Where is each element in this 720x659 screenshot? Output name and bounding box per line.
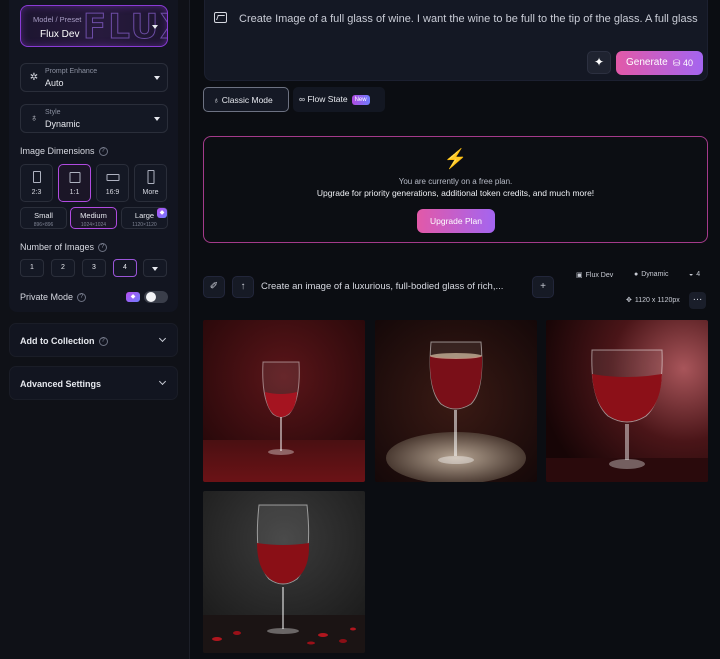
ellipsis-icon: … bbox=[692, 292, 703, 303]
style-value: Dynamic bbox=[45, 119, 81, 129]
number-of-images-heading: Number of Images? bbox=[20, 242, 108, 253]
help-icon[interactable]: ? bbox=[98, 243, 108, 253]
ratio-label: More bbox=[142, 189, 159, 196]
tab-classic-mode[interactable]: ♁ Classic Mode bbox=[203, 87, 289, 112]
generation-style: ● Dynamic bbox=[634, 271, 669, 278]
num-images-2-button[interactable]: 2 bbox=[51, 259, 75, 277]
private-mode-toggle[interactable] bbox=[144, 291, 168, 303]
add-to-collection-accordion[interactable]: Add to Collection? bbox=[9, 323, 178, 357]
token-cost: ⛁ 40 bbox=[672, 58, 693, 68]
num-images-4-button[interactable]: 4 bbox=[113, 259, 137, 277]
prompt-enhance-value: Auto bbox=[45, 78, 64, 88]
ratio-2-3-button[interactable]: 2:3 bbox=[20, 164, 53, 202]
size-label: Medium bbox=[80, 211, 107, 220]
chevron-down-icon bbox=[152, 267, 158, 271]
token-icon: ⛁ bbox=[672, 58, 681, 68]
ratio-label: 1:1 bbox=[69, 189, 80, 196]
upgrade-banner: ⚡ You are currently on a free plan. Upgr… bbox=[203, 136, 708, 243]
wine-glass-image bbox=[203, 320, 365, 482]
generated-image-3[interactable] bbox=[546, 320, 708, 482]
generate-button[interactable]: Generate ⛁ 40 bbox=[616, 51, 703, 75]
ratio-label: 2:3 bbox=[31, 189, 42, 196]
new-badge: New bbox=[351, 94, 370, 105]
premium-gem-icon: ◆ bbox=[126, 292, 140, 302]
upgrade-plan-button[interactable]: Upgrade Plan bbox=[417, 209, 495, 233]
drop-icon: ● bbox=[634, 271, 639, 278]
generated-image-4[interactable] bbox=[203, 491, 365, 653]
palette-icon: ♁ bbox=[213, 95, 220, 105]
reuse-prompt-button[interactable]: ↑ bbox=[232, 276, 254, 298]
tab-flow-state[interactable]: ∞ Flow State New bbox=[293, 87, 385, 112]
model-thumb-icon: ▣ bbox=[576, 272, 583, 279]
infinity-icon: ∞ bbox=[299, 94, 306, 104]
toggle-knob bbox=[146, 292, 156, 302]
size-px: 896×896 bbox=[33, 222, 54, 228]
free-plan-text: You are currently on a free plan. bbox=[398, 177, 513, 186]
landscape-ratio-icon bbox=[106, 174, 119, 181]
upgrade-benefits-text: Upgrade for priority generations, additi… bbox=[316, 188, 595, 198]
size-label: Small bbox=[34, 211, 53, 220]
chevron-down-icon bbox=[154, 117, 160, 121]
enhance-prompt-button[interactable]: ✦ bbox=[587, 51, 611, 74]
generated-image-1[interactable] bbox=[203, 320, 365, 482]
wine-glass-image bbox=[375, 320, 537, 482]
chevron-down-icon bbox=[158, 334, 167, 343]
size-px: 1024×1024 bbox=[80, 222, 107, 228]
chevron-down-icon bbox=[152, 25, 158, 29]
image-dimensions-heading: Image Dimensions? bbox=[20, 146, 108, 157]
sparkle-icon: ✲ bbox=[29, 72, 39, 83]
arrow-up-icon: ↑ bbox=[240, 281, 246, 292]
private-mode-heading: Private Mode? bbox=[20, 292, 87, 303]
style-select[interactable]: ♁ Style Dynamic bbox=[20, 104, 168, 133]
ratio-16-9-button[interactable]: 16:9 bbox=[96, 164, 129, 202]
chevron-down-icon bbox=[154, 76, 160, 80]
image-icon bbox=[214, 12, 227, 23]
generate-label: Generate bbox=[626, 57, 668, 68]
move-icon: ✥ bbox=[626, 297, 632, 304]
generation-model: ▣ Flux Dev bbox=[576, 272, 614, 279]
chevron-down-icon bbox=[158, 377, 167, 386]
ratio-more-button[interactable]: More bbox=[134, 164, 167, 202]
model-preset-select[interactable]: FLUX Model / Preset Flux Dev bbox=[20, 5, 168, 47]
generation-count: ◒ 4 bbox=[689, 271, 701, 278]
lightning-icon: ⚡ bbox=[443, 149, 468, 170]
num-images-more-button[interactable] bbox=[143, 259, 167, 277]
premium-gem-icon: ◆ bbox=[157, 208, 167, 218]
advanced-settings-accordion[interactable]: Advanced Settings bbox=[9, 366, 178, 400]
advanced-settings-label: Advanced Settings bbox=[20, 379, 102, 389]
help-icon[interactable]: ? bbox=[77, 293, 87, 303]
style-label: Style bbox=[45, 109, 61, 116]
size-px: 1120×1120 bbox=[132, 222, 157, 228]
magic-wand-button[interactable]: ✐ bbox=[203, 276, 225, 298]
prompt-enhance-select[interactable]: ✲ Prompt Enhance Auto bbox=[20, 63, 168, 92]
num-images-3-button[interactable]: 3 bbox=[82, 259, 106, 277]
help-icon[interactable]: ? bbox=[98, 147, 108, 157]
square-ratio-icon bbox=[69, 172, 80, 183]
portrait-ratio-icon bbox=[32, 171, 41, 183]
prompt-input[interactable]: Create Image of a full glass of wine. I … bbox=[239, 10, 699, 29]
generation-prompt: Create an image of a luxurious, full-bod… bbox=[261, 281, 504, 292]
add-button[interactable]: + bbox=[532, 276, 554, 298]
palette-icon: ♁ bbox=[30, 113, 38, 124]
num-images-1-button[interactable]: 1 bbox=[20, 259, 44, 277]
model-preset-label: Model / Preset bbox=[33, 15, 82, 24]
ratio-label: 16:9 bbox=[105, 189, 120, 196]
model-preset-value: Flux Dev bbox=[40, 29, 80, 40]
more-options-button[interactable]: … bbox=[689, 292, 706, 309]
add-to-collection-label: Add to Collection? bbox=[20, 336, 108, 347]
wine-glass-image bbox=[546, 320, 708, 482]
sparkle-icon: ✦ bbox=[593, 55, 605, 69]
generation-resolution: ✥ 1120 x 1120px bbox=[626, 297, 680, 304]
magic-wand-icon: ✐ bbox=[209, 281, 219, 292]
help-icon[interactable]: ? bbox=[98, 337, 108, 347]
tall-ratio-icon bbox=[147, 170, 154, 184]
plus-icon: + bbox=[540, 281, 546, 292]
ratio-1-1-button[interactable]: 1:1 bbox=[58, 164, 91, 202]
generated-image-2[interactable] bbox=[375, 320, 537, 482]
prompt-enhance-label: Prompt Enhance bbox=[45, 68, 98, 75]
image-stack-icon: ◒ bbox=[689, 271, 694, 278]
wine-glass-image bbox=[203, 491, 365, 653]
size-medium-button[interactable]: Medium 1024×1024 bbox=[70, 207, 117, 229]
size-small-button[interactable]: Small 896×896 bbox=[20, 207, 67, 229]
